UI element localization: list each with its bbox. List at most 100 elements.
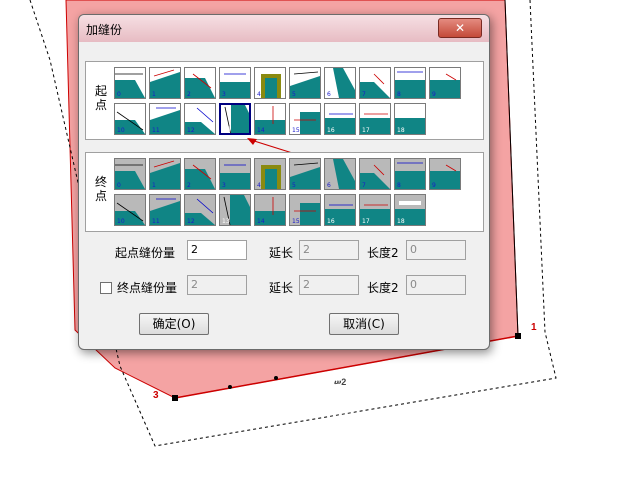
start-point-style-tile[interactable]: 1: [149, 67, 181, 99]
end-point-style-tile[interactable]: 0: [114, 158, 146, 190]
tile-number: 4: [257, 182, 261, 189]
start-point-style-tile[interactable]: 8: [394, 67, 426, 99]
end-point-label: 终点: [94, 175, 107, 203]
end-point-style-tile[interactable]: 18: [394, 194, 426, 226]
point-marker-1[interactable]: [515, 333, 521, 339]
length2-input[interactable]: 0: [406, 240, 466, 260]
dialog-body: 起点 0 1 2 3 4 5 6 7 8 9 10 11 12 13 14 15 16 17 18 终点 01234…: [85, 44, 484, 344]
end-point-style-tile[interactable]: 9: [429, 158, 461, 190]
close-button[interactable]: ✕: [438, 18, 482, 38]
end-point-style-tile[interactable]: 14: [254, 194, 286, 226]
start-point-style-tile[interactable]: 3: [219, 67, 251, 99]
ok-button[interactable]: 确定(O): [139, 313, 209, 335]
tile-number: 15: [292, 127, 300, 134]
end-point-style-tile[interactable]: 13: [219, 194, 251, 226]
start-point-style-tile[interactable]: 6: [324, 67, 356, 99]
start-point-style-tile[interactable]: 18: [394, 103, 426, 135]
point-label-1: 1: [531, 322, 537, 333]
tile-number: 14: [257, 218, 265, 225]
extend-input-2[interactable]: 2: [299, 275, 359, 295]
tile-number: 8: [397, 182, 401, 189]
end-point-style-tile[interactable]: 5: [289, 158, 321, 190]
point-label-3: 3: [153, 390, 159, 401]
end-point-style-tile[interactable]: 4: [254, 158, 286, 190]
length2-input-2[interactable]: 0: [406, 275, 466, 295]
start-point-style-tile[interactable]: 4: [254, 67, 286, 99]
tile-number: 6: [327, 182, 331, 189]
end-point-section: 终点 0 1 2 3 4 5 6 7 8 9 10 11 12 13 14 15 16 17 18: [85, 152, 484, 232]
tile-number: 0: [117, 182, 121, 189]
tile-number: 7: [362, 91, 366, 98]
dialog-title: 加缝份: [86, 23, 123, 37]
start-point-style-tile[interactable]: 10: [114, 103, 146, 135]
tile-number: 18: [397, 127, 405, 134]
end-point-style-tile[interactable]: 11: [149, 194, 181, 226]
tile-number: 3: [222, 182, 226, 189]
end-point-style-tile[interactable]: 17: [359, 194, 391, 226]
tile-number: 16: [327, 218, 335, 225]
piece-marker-text: ሠ2: [334, 377, 347, 387]
tile-number: 0: [117, 91, 121, 98]
tile-number: 12: [187, 218, 195, 225]
tile-number: 5: [292, 182, 296, 189]
tile-number: 7: [362, 182, 366, 189]
control-point[interactable]: [228, 385, 232, 389]
start-point-style-tile[interactable]: 17: [359, 103, 391, 135]
length2-label: 长度2: [367, 246, 399, 260]
close-icon: ✕: [454, 21, 466, 35]
seam-allowance-right: [529, 0, 546, 333]
start-point-style-tile[interactable]: 7: [359, 67, 391, 99]
tile-number: 15: [292, 218, 300, 225]
start-point-style-tile[interactable]: 12: [184, 103, 216, 135]
tile-number: 11: [152, 218, 160, 225]
end-point-style-tile[interactable]: 12: [184, 194, 216, 226]
point-marker-3[interactable]: [172, 395, 178, 401]
start-allowance-label: 起点缝份量: [115, 246, 176, 260]
tile-number: 12: [187, 127, 195, 134]
tile-number: 11: [152, 127, 160, 134]
end-point-style-tile[interactable]: 8: [394, 158, 426, 190]
tile-number: 8: [397, 91, 401, 98]
end-point-style-tile[interactable]: 3: [219, 158, 251, 190]
end-point-style-tile[interactable]: 2: [184, 158, 216, 190]
start-point-section: 起点 0 1 2 3 4 5 6 7 8 9 10 11 12 13 14 15 16 17 18: [85, 61, 484, 140]
end-point-style-tile[interactable]: 6: [324, 158, 356, 190]
end-allowance-input[interactable]: 2: [187, 275, 247, 295]
tile-number: 14: [257, 127, 265, 134]
end-point-style-tile[interactable]: 7: [359, 158, 391, 190]
tile-number: 1: [152, 182, 156, 189]
add-seam-allowance-dialog: 加缝份 ✕ 起点 0 1 2 3 4 5 6 7 8 9 10 11 12 13 14 15 16 17 18 终点…: [78, 14, 490, 350]
start-point-style-tile[interactable]: 15: [289, 103, 321, 135]
tile-number: 18: [397, 218, 405, 225]
extend-input[interactable]: 2: [299, 240, 359, 260]
tile-number: 10: [117, 127, 125, 134]
tile-number: 2: [187, 91, 191, 98]
tile-number: 17: [362, 127, 370, 134]
end-point-style-tile[interactable]: 16: [324, 194, 356, 226]
extend-label: 延长: [269, 246, 294, 260]
tile-number: 9: [432, 182, 436, 189]
start-point-style-tile[interactable]: 14: [254, 103, 286, 135]
end-allowance-checkbox[interactable]: [100, 282, 112, 294]
start-point-label: 起点: [94, 84, 107, 112]
start-point-style-tile[interactable]: 16: [324, 103, 356, 135]
start-point-style-tile[interactable]: 5: [289, 67, 321, 99]
start-point-style-tile[interactable]: 0: [114, 67, 146, 99]
length2-label-2: 长度2: [367, 281, 399, 295]
start-point-style-tile[interactable]: 13: [219, 103, 251, 135]
tile-number: 13: [222, 218, 230, 225]
control-point[interactable]: [274, 376, 278, 380]
cancel-button[interactable]: 取消(C): [329, 313, 399, 335]
tile-number: 16: [327, 127, 335, 134]
tile-number: 3: [222, 91, 226, 98]
start-point-style-tile[interactable]: 9: [429, 67, 461, 99]
dialog-titlebar[interactable]: 加缝份 ✕: [79, 15, 489, 42]
end-point-style-tile[interactable]: 1: [149, 158, 181, 190]
end-point-style-tile[interactable]: 10: [114, 194, 146, 226]
start-point-style-tile[interactable]: 2: [184, 67, 216, 99]
end-point-style-tile[interactable]: 15: [289, 194, 321, 226]
tile-number: 17: [362, 218, 370, 225]
start-allowance-input[interactable]: 2: [187, 240, 247, 260]
end-allowance-label: 终点缝份量: [117, 281, 178, 295]
start-point-style-tile[interactable]: 11: [149, 103, 181, 135]
